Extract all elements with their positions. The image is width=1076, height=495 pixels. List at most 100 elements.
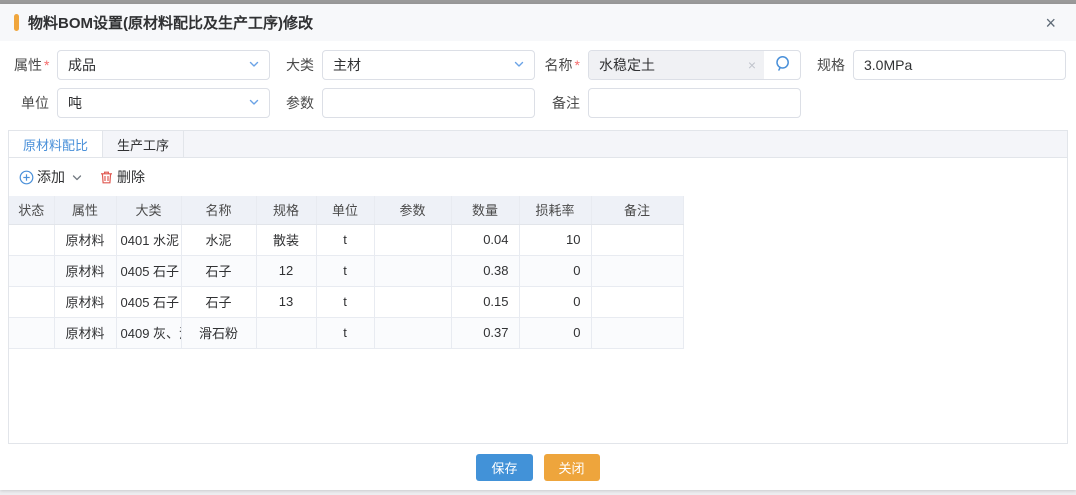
bom-items-table: 状态属性大类名称规格单位参数数量损耗率备注 原材料0401 水泥水泥散装t0.0… [9,196,684,349]
table-cell[interactable]: 0.38 [451,255,519,286]
table-cell[interactable] [374,255,451,286]
spec-label: 规格 [801,55,853,75]
required-mark: * [44,57,49,73]
name-label: 名称* [535,55,588,75]
table-cell[interactable]: 0.37 [451,317,519,348]
remark-label: 备注 [535,93,588,113]
table-cell[interactable]: 石子 [181,286,256,317]
table-row[interactable]: 原材料0409 灰、渣滑石粉 t 0.370 [9,317,683,348]
dialog-footer: 保存 关闭 [0,444,1076,490]
close-icon[interactable]: × [1039,12,1062,34]
table-row[interactable]: 原材料0405 石子石子13t 0.150 [9,286,683,317]
table-cell[interactable]: 0409 灰、渣 [116,317,181,348]
table-cell[interactable] [9,317,54,348]
table-cell[interactable] [374,317,451,348]
table-cell[interactable]: 水泥 [181,224,256,255]
unit-value: 吨 [58,93,82,113]
name-value: 水稳定土 [599,55,655,75]
column-header[interactable]: 规格 [256,196,316,224]
column-header[interactable]: 大类 [116,196,181,224]
spec-input[interactable] [854,51,1065,79]
column-header[interactable]: 属性 [54,196,116,224]
column-header[interactable]: 损耗率 [519,196,591,224]
add-dropdown-chevron-icon[interactable] [71,172,83,184]
clear-icon[interactable]: × [748,57,756,73]
tab-production-process[interactable]: 生产工序 [103,131,184,157]
spec-field-wrap [853,50,1066,80]
delete-button[interactable]: 删除 [99,167,145,187]
table-cell[interactable]: 12 [256,255,316,286]
table-cell[interactable]: 原材料 [54,317,116,348]
tab-bar: 原材料配比 生产工序 [9,131,1067,158]
table-cell[interactable]: t [316,255,374,286]
dialog-title: 物料BOM设置(原材料配比及生产工序)修改 [28,12,313,33]
delete-label: 删除 [117,167,145,187]
table-cell[interactable] [374,286,451,317]
column-header[interactable]: 名称 [181,196,256,224]
param-label: 参数 [270,93,322,113]
column-header[interactable]: 状态 [9,196,54,224]
table-cell[interactable]: 13 [256,286,316,317]
save-button[interactable]: 保存 [476,454,532,481]
column-header[interactable]: 备注 [591,196,683,224]
add-label: 添加 [37,167,65,187]
search-button[interactable] [764,51,800,79]
search-icon [774,55,791,75]
table-cell[interactable]: 0 [519,286,591,317]
param-input[interactable] [323,89,534,117]
dialog-title-bar: 物料BOM设置(原材料配比及生产工序)修改 × [0,4,1076,41]
name-field[interactable]: 水稳定土 × [589,51,764,79]
title-accent-bar [14,14,19,31]
table-cell[interactable] [9,255,54,286]
table-cell[interactable]: 原材料 [54,255,116,286]
attribute-label: 属性* [14,55,57,75]
table-cell[interactable]: 10 [519,224,591,255]
table-cell[interactable] [9,224,54,255]
table-cell[interactable] [256,317,316,348]
table-cell[interactable] [591,224,683,255]
table-cell[interactable] [591,255,683,286]
attribute-select[interactable]: 成品 [57,50,270,80]
table-cell[interactable]: 散装 [256,224,316,255]
remark-field-wrap [588,88,801,118]
attribute-value: 成品 [58,55,96,75]
table-cell[interactable]: 石子 [181,255,256,286]
table-cell[interactable]: 0.04 [451,224,519,255]
table-cell[interactable]: 0401 水泥 [116,224,181,255]
table-cell[interactable]: t [316,224,374,255]
grid-area: 状态属性大类名称规格单位参数数量损耗率备注 原材料0401 水泥水泥散装t0.0… [9,196,1067,349]
close-button[interactable]: 关闭 [544,454,600,481]
table-cell[interactable]: 原材料 [54,224,116,255]
table-cell[interactable] [591,286,683,317]
category-value: 主材 [323,55,361,75]
param-field-wrap [322,88,535,118]
tab-panel: 原材料配比 生产工序 添加 删除 状态属性大类 [8,130,1068,444]
table-cell[interactable]: 原材料 [54,286,116,317]
trash-icon [99,170,114,185]
tab-raw-material-ratio[interactable]: 原材料配比 [9,131,103,157]
table-cell[interactable]: 0.15 [451,286,519,317]
table-cell[interactable]: 0 [519,317,591,348]
column-header[interactable]: 单位 [316,196,374,224]
table-cell[interactable] [374,224,451,255]
category-label: 大类 [270,55,322,75]
category-select[interactable]: 主材 [322,50,535,80]
table-cell[interactable]: 0 [519,255,591,286]
table-cell[interactable]: t [316,286,374,317]
column-header[interactable]: 数量 [451,196,519,224]
table-cell[interactable]: t [316,317,374,348]
table-row[interactable]: 原材料0401 水泥水泥散装t 0.0410 [9,224,683,255]
column-header[interactable]: 参数 [374,196,451,224]
bom-edit-dialog: 物料BOM设置(原材料配比及生产工序)修改 × 属性* 成品 大类 主材 名称* [0,4,1076,490]
table-cell[interactable] [591,317,683,348]
table-cell[interactable] [9,286,54,317]
unit-select[interactable]: 吨 [57,88,270,118]
table-cell[interactable]: 滑石粉 [181,317,256,348]
table-cell[interactable]: 0405 石子 [116,286,181,317]
add-button[interactable]: 添加 [19,167,65,187]
add-circle-icon [19,170,34,185]
table-row[interactable]: 原材料0405 石子石子12t 0.380 [9,255,683,286]
chevron-down-icon [248,57,260,73]
remark-input[interactable] [589,89,800,117]
table-cell[interactable]: 0405 石子 [116,255,181,286]
